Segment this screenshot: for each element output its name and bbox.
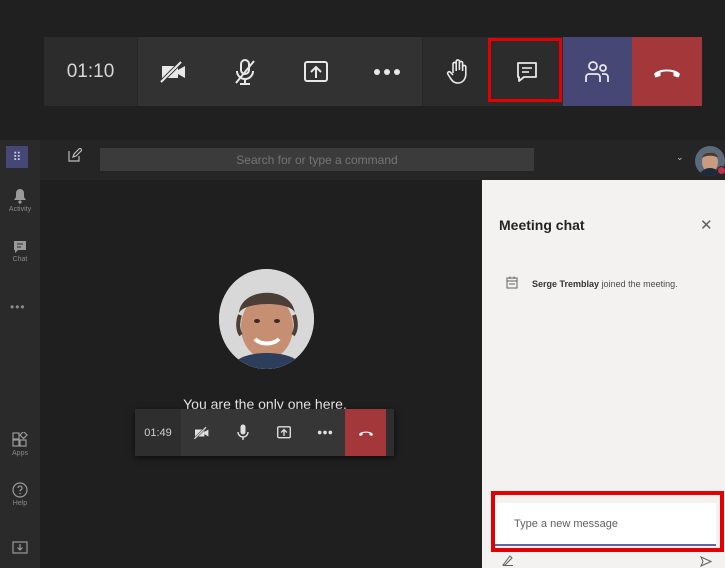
zoomed-toolbar-area: 01:10	[0, 0, 725, 140]
chat-button-highlight	[488, 38, 562, 102]
rail-item-activity[interactable]: Activity	[0, 188, 40, 213]
mute-button[interactable]	[209, 37, 280, 106]
presence-badge	[717, 166, 725, 175]
hang-up-icon	[358, 431, 373, 436]
compose-box-highlight	[491, 491, 724, 552]
send-button[interactable]	[700, 554, 713, 568]
hang-up-button[interactable]	[631, 37, 702, 106]
send-icon	[700, 556, 713, 567]
rail-item-label: Apps	[12, 450, 28, 457]
share-button[interactable]	[263, 409, 304, 456]
compose-icon	[68, 147, 83, 162]
raise-hand-icon	[446, 58, 467, 84]
chevron-down-icon[interactable]: ⌄	[676, 152, 684, 163]
waffle-icon: ⠿	[12, 150, 22, 164]
call-timer: 01:49	[144, 426, 172, 439]
raise-hand-button[interactable]	[422, 37, 492, 106]
show-participants-button[interactable]	[562, 37, 632, 106]
hang-up-button[interactable]	[345, 409, 386, 456]
participants-icon	[585, 60, 610, 82]
bell-icon	[14, 189, 26, 204]
rail-item-label: Chat	[12, 256, 28, 263]
more-apps-icon[interactable]: •••	[10, 300, 26, 314]
share-screen-icon	[276, 426, 291, 439]
participant-avatar	[219, 269, 314, 369]
system-message: Serge Tremblay joined the meeting.	[532, 279, 678, 289]
new-chat-button[interactable]	[68, 147, 83, 167]
search-input[interactable]	[100, 148, 534, 171]
camera-off-icon	[159, 60, 185, 83]
help-icon	[12, 482, 28, 498]
camera-off-button[interactable]	[138, 37, 209, 106]
mute-button[interactable]	[222, 409, 263, 456]
close-chat-button[interactable]: ✕	[700, 216, 713, 234]
calendar-icon	[506, 276, 518, 294]
share-screen-icon	[303, 60, 328, 82]
mic-off-icon	[234, 58, 255, 85]
rail-item-label: Activity	[8, 206, 32, 213]
participant-photo	[219, 269, 314, 369]
apps-icon	[12, 432, 28, 447]
more-actions-button[interactable]	[351, 37, 422, 106]
camera-off-icon	[193, 425, 208, 440]
meeting-controls: 01:49	[135, 409, 394, 456]
camera-off-button[interactable]	[181, 409, 222, 456]
message-author: Serge Tremblay	[532, 279, 600, 289]
rail-item-chat[interactable]: Chat	[0, 240, 40, 263]
chat-icon	[14, 241, 26, 253]
more-icon	[373, 68, 400, 75]
more-actions-button[interactable]	[304, 409, 345, 456]
message-text: joined the meeting.	[601, 279, 678, 289]
rail-item-apps[interactable]: Apps	[0, 432, 40, 457]
rail-item-label: Help	[12, 500, 28, 507]
rail-item-help[interactable]: Help	[0, 482, 40, 507]
download-app-button[interactable]	[0, 540, 40, 556]
download-icon	[12, 541, 28, 554]
close-icon: ✕	[700, 217, 713, 234]
media-controls	[137, 37, 422, 106]
app-rail: ⠿ Activity Chat ••• Apps Help	[0, 140, 40, 568]
call-stage: You are the only one here. 01:49	[40, 180, 482, 568]
mic-icon	[236, 424, 249, 440]
share-button[interactable]	[280, 37, 351, 106]
call-timer: 01:10	[66, 60, 115, 82]
app-launcher-button[interactable]: ⠿	[6, 146, 28, 168]
hang-up-icon	[653, 69, 680, 77]
meeting-controls-zoomed: 01:10	[44, 37, 702, 106]
format-icon	[501, 555, 513, 566]
chat-panel-title: Meeting chat	[499, 217, 585, 233]
more-icon	[317, 430, 332, 435]
format-button[interactable]	[501, 553, 514, 568]
